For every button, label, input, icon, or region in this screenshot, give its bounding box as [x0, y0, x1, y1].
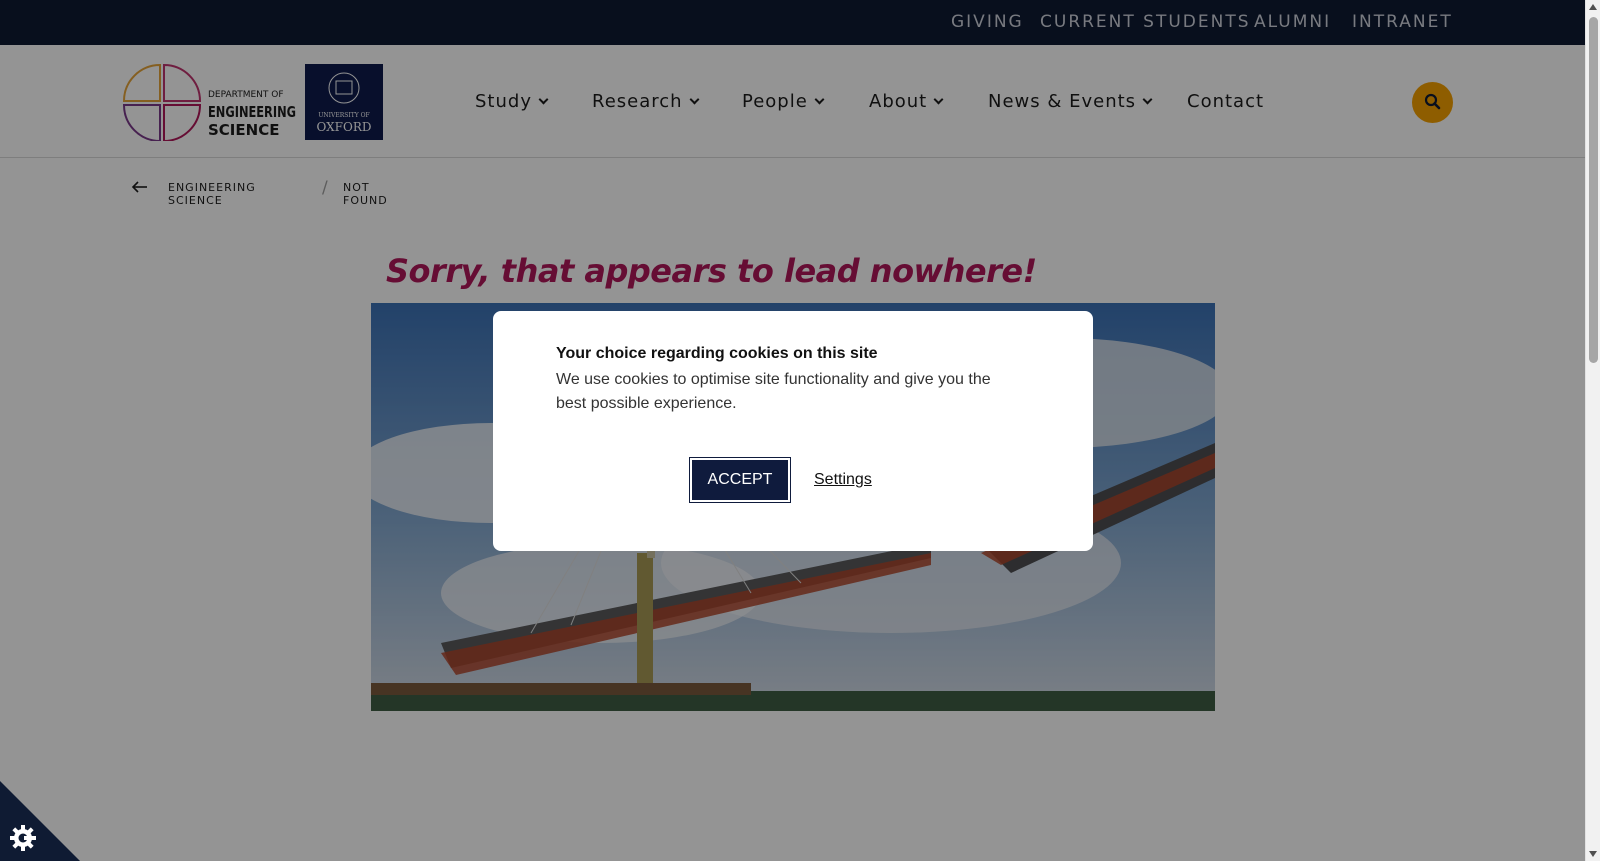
cookie-settings-tab[interactable] — [0, 781, 80, 861]
accept-button[interactable]: ACCEPT — [689, 457, 791, 503]
page-scrollbar[interactable] — [1585, 0, 1600, 861]
cookie-dialog-title: Your choice regarding cookies on this si… — [556, 345, 878, 362]
scroll-up-icon[interactable] — [1589, 4, 1597, 10]
cookie-dialog-text: We use cookies to optimise site function… — [556, 371, 991, 412]
scroll-down-icon[interactable] — [1589, 851, 1597, 857]
scrollbar-thumb[interactable] — [1589, 17, 1598, 363]
cookie-settings-icon — [0, 781, 80, 861]
cookie-consent-dialog: Your choice regarding cookies on this si… — [493, 311, 1093, 551]
cookie-settings-link[interactable]: Settings — [814, 471, 872, 489]
